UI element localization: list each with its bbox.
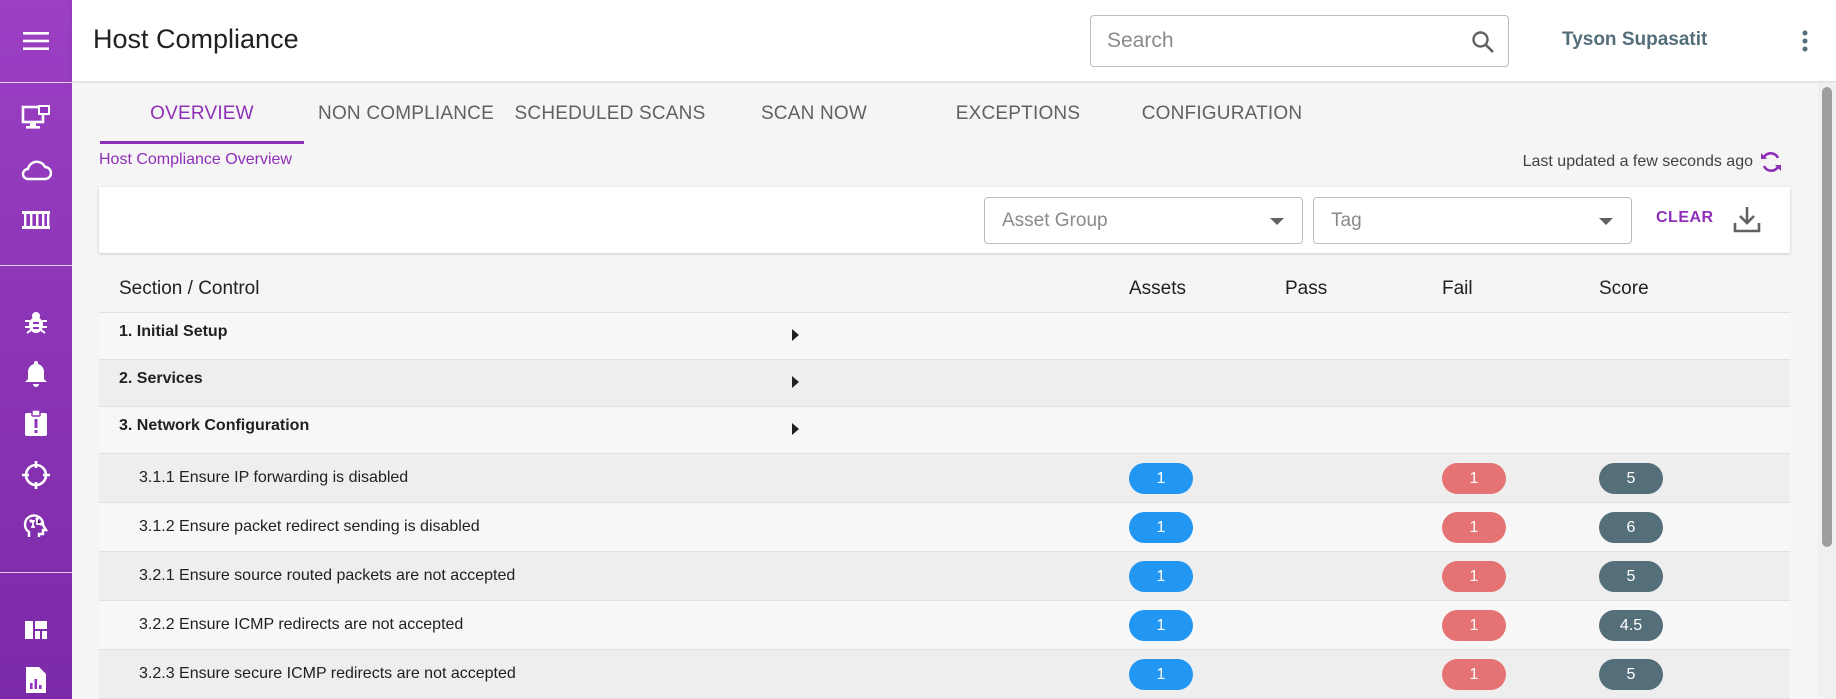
last-updated-text: Last updated a few seconds ago: [1522, 153, 1753, 170]
control-label: 3.1.2 Ensure packet redirect sending is …: [139, 518, 480, 535]
score-badge: 5: [1599, 463, 1663, 494]
assets-count-badge[interactable]: 1: [1129, 610, 1193, 641]
control-label: 3.2.1 Ensure source routed packets are n…: [139, 567, 516, 584]
vertical-scrollbar[interactable]: [1818, 83, 1836, 699]
main-content: OVERVIEW NON COMPLIANCE SCHEDULED SCANS …: [72, 83, 1818, 699]
expand-arrow-icon[interactable]: [792, 376, 799, 388]
tag-select[interactable]: Tag: [1313, 197, 1632, 244]
last-updated: Last updated a few seconds ago: [1523, 149, 1783, 175]
tab-scheduled-scans[interactable]: SCHEDULED SCANS: [508, 103, 712, 143]
header-assets[interactable]: Assets: [1129, 278, 1186, 300]
download-icon[interactable]: [1731, 203, 1763, 235]
assets-count-badge[interactable]: 1: [1129, 659, 1193, 690]
assets-count-badge[interactable]: 1: [1129, 463, 1193, 494]
section-label: 2. Services: [119, 370, 203, 387]
chevron-down-icon: [1599, 218, 1613, 225]
page-title: Host Compliance: [93, 24, 299, 54]
menu-icon[interactable]: [0, 0, 72, 82]
expand-arrow-icon[interactable]: [792, 329, 799, 341]
header-section-control[interactable]: Section / Control: [119, 278, 259, 300]
asset-group-label: Asset Group: [1002, 210, 1108, 231]
header-fail[interactable]: Fail: [1442, 278, 1473, 300]
score-badge: 5: [1599, 561, 1663, 592]
tab-configuration[interactable]: CONFIGURATION: [1120, 103, 1324, 143]
tab-overview[interactable]: OVERVIEW: [100, 103, 304, 143]
brain-icon[interactable]: [18, 508, 54, 544]
scrollbar-thumb[interactable]: [1822, 87, 1832, 547]
tab-non-compliance[interactable]: NON COMPLIANCE: [304, 103, 508, 143]
bug-icon[interactable]: [18, 305, 54, 341]
section-label: 1. Initial Setup: [119, 323, 228, 340]
clipboard-alert-icon[interactable]: [18, 405, 54, 441]
header-pass[interactable]: Pass: [1285, 278, 1327, 300]
sidebar: [0, 0, 72, 699]
tab-exceptions[interactable]: EXCEPTIONS: [916, 103, 1120, 143]
more-options-icon[interactable]: [1792, 24, 1818, 58]
bell-icon[interactable]: [18, 355, 54, 391]
assets-count-badge[interactable]: 1: [1129, 512, 1193, 543]
score-badge: 4.5: [1599, 610, 1663, 641]
assets-count-badge[interactable]: 1: [1129, 561, 1193, 592]
fail-count-badge[interactable]: 1: [1442, 512, 1506, 543]
sidebar-divider: [0, 265, 72, 266]
fail-count-badge[interactable]: 1: [1442, 463, 1506, 494]
tag-label: Tag: [1331, 210, 1362, 231]
section-row[interactable]: 2. Services: [99, 360, 1790, 407]
dashboard-icon[interactable]: [18, 612, 54, 648]
table-header: Section / Control Assets Pass Fail Score: [99, 263, 1790, 313]
section-label: 3. Network Configuration: [119, 417, 310, 434]
chevron-down-icon: [1270, 218, 1284, 225]
section-row[interactable]: 1. Initial Setup: [99, 313, 1790, 360]
fail-count-badge[interactable]: 1: [1442, 561, 1506, 592]
search-input[interactable]: [1107, 26, 1457, 56]
fail-count-badge[interactable]: 1: [1442, 610, 1506, 641]
control-label: 3.1.1 Ensure IP forwarding is disabled: [139, 469, 409, 486]
control-row[interactable]: 3.1.1 Ensure IP forwarding is disabled 1…: [99, 454, 1790, 503]
crosshair-icon[interactable]: [18, 457, 54, 493]
user-name[interactable]: Tyson Supasatit: [1562, 29, 1707, 51]
sidebar-divider: [0, 572, 72, 573]
refresh-icon[interactable]: [1759, 149, 1783, 175]
control-row[interactable]: 3.2.3 Ensure secure ICMP redirects are n…: [99, 650, 1790, 699]
asset-group-select[interactable]: Asset Group: [984, 197, 1303, 244]
active-tab-indicator: [100, 141, 304, 144]
fail-count-badge[interactable]: 1: [1442, 659, 1506, 690]
search-icon[interactable]: [1470, 29, 1496, 55]
section-row[interactable]: 3. Network Configuration: [99, 407, 1790, 454]
tab-scan-now[interactable]: SCAN NOW: [712, 103, 916, 143]
compliance-table: Section / Control Assets Pass Fail Score…: [99, 263, 1790, 699]
cloud-icon[interactable]: [18, 152, 54, 188]
score-badge: 5: [1599, 659, 1663, 690]
control-label: 3.2.2 Ensure ICMP redirects are not acce…: [139, 616, 464, 633]
breadcrumb[interactable]: Host Compliance Overview: [99, 151, 292, 169]
container-icon[interactable]: [18, 202, 54, 238]
expand-arrow-icon[interactable]: [792, 423, 799, 435]
header-score[interactable]: Score: [1599, 278, 1649, 300]
sidebar-divider: [0, 82, 72, 83]
control-row[interactable]: 3.2.1 Ensure source routed packets are n…: [99, 552, 1790, 601]
clear-button[interactable]: CLEAR: [1656, 209, 1714, 227]
control-row[interactable]: 3.2.2 Ensure ICMP redirects are not acce…: [99, 601, 1790, 650]
filter-bar: Asset Group Tag CLEAR: [99, 187, 1790, 253]
control-row[interactable]: 3.1.2 Ensure packet redirect sending is …: [99, 503, 1790, 552]
top-bar: Host Compliance Tyson Supasatit: [72, 0, 1836, 82]
report-icon[interactable]: [18, 662, 54, 698]
search-box[interactable]: [1090, 15, 1509, 67]
score-badge: 6: [1599, 512, 1663, 543]
desktop-monitor-icon[interactable]: [18, 100, 54, 136]
control-label: 3.2.3 Ensure secure ICMP redirects are n…: [139, 665, 516, 682]
